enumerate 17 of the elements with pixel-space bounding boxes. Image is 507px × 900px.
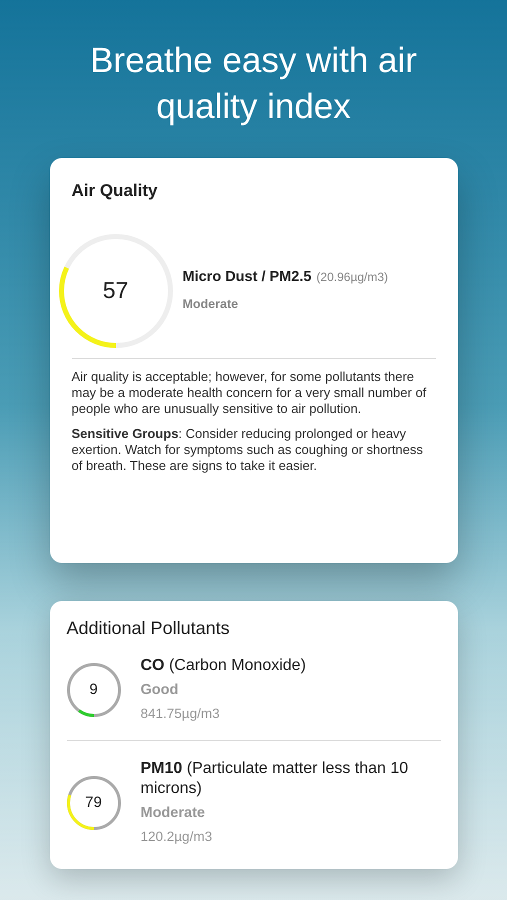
card-title: Air Quality <box>72 180 158 202</box>
status-label: Moderate <box>140 804 206 823</box>
advice-text: Sensitive Groups: Consider reducing prolonged or heavy exertion. Watch for symptoms such as coughing or shortness of breath. These are signs to take it easier. <box>72 426 424 474</box>
gauge-value: 57 <box>102 276 128 306</box>
concentration: (20.96µg/m3) <box>316 269 388 286</box>
pollutant-name: Micro Dust / PM2.5 <box>182 268 312 288</box>
pollutant-name: CO (Carbon Monoxide) <box>140 656 307 676</box>
status-label: Moderate <box>182 296 240 313</box>
description-text: Air quality is acceptable; however, for some pollutants there may be a moderate health concern for a very small number of people who are unusually sensitive to air pollution. <box>72 368 428 416</box>
concentration: 841.75µg/m3 <box>140 704 221 723</box>
status-label: Good <box>140 681 180 700</box>
headline: Breathe easy with air quality index <box>89 40 418 128</box>
gauge-value: 79 <box>85 792 102 813</box>
concentration: 120.2µg/m3 <box>140 828 214 846</box>
card-title: Additional Pollutants <box>66 617 231 640</box>
gauge-value: 9 <box>89 680 98 700</box>
pollutant-name: PM10 (Particulate matter less than 10 microns) <box>140 759 410 799</box>
